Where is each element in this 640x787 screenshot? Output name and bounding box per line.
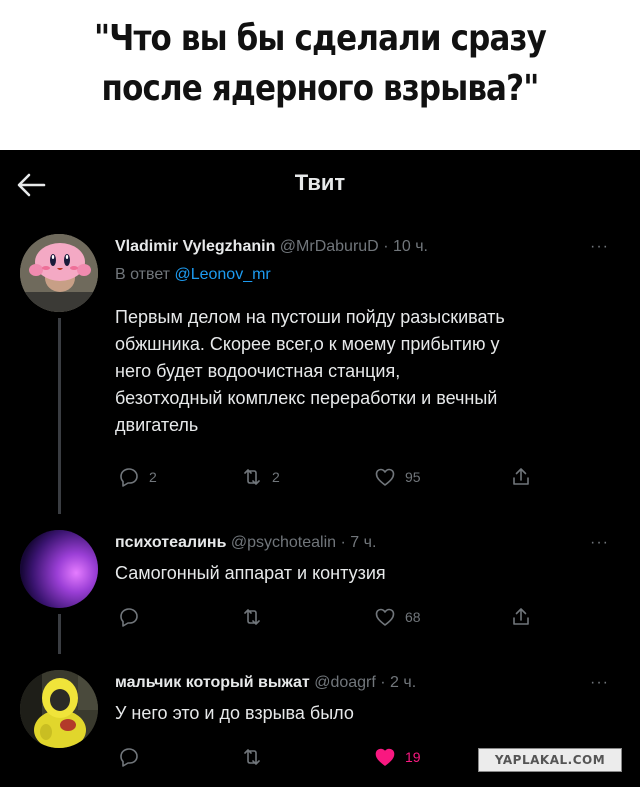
retweet-button[interactable] [240,604,272,630]
author-name[interactable]: мальчик который выжат [115,674,310,691]
author-handle[interactable]: @doagrf [314,674,376,691]
like-button[interactable]: 68 [373,604,421,630]
top-bar: Твит [0,150,640,220]
reply-button[interactable]: 2 [117,464,157,490]
like-button[interactable]: 19 [373,744,421,770]
reply-icon [120,468,138,487]
tweet-header: Vladimir Vylegzhanin @MrDaburuD · 10 ч. [115,238,428,256]
thread-line [58,318,61,514]
tweet-time: · 7 ч. [340,534,377,551]
tweet-text-line: Самогонный аппарат и контузия [115,563,386,583]
more-options-icon[interactable]: ··· [590,674,609,692]
like-count: 19 [405,749,421,765]
like-button[interactable]: 95 [373,464,421,490]
more-options-icon[interactable]: ··· [590,238,609,256]
tweet-screen: Твит Vladimir Vylegzhanin @MrDaburuD · 1… [0,150,640,787]
meme-caption: "Что вы бы сделали сразу после ядерного … [45,14,595,114]
tweet-text-line: Первым делом на пустоши пойду разыскиват… [115,307,505,327]
tweet-2[interactable]: психотеалинь @psychotealin · 7 ч. ··· Са… [0,530,640,654]
share-icon [513,608,529,625]
purple-gradient-avatar-image [20,530,98,608]
retweet-icon [244,609,260,625]
heart-filled-icon [375,748,395,766]
avatar[interactable] [20,670,98,748]
tweet-text-line: двигатель [115,415,199,435]
reply-label: В ответ [115,266,171,283]
reply-count: 2 [149,469,157,485]
reply-context: В ответ @Leonov_mr [115,266,271,284]
tweet-text-line: У него это и до взрыва было [115,703,354,723]
tweet-text: Самогонный аппарат и контузия [115,560,615,587]
kirby-hat-avatar-image [20,234,98,312]
tweet-text-line: него будет водоочистная станция, [115,361,401,381]
reply-mention-link[interactable]: @Leonov_mr [174,266,270,283]
avatar[interactable] [20,530,98,608]
avatar[interactable] [20,234,98,312]
author-name[interactable]: психотеалинь [115,534,226,551]
share-button[interactable] [509,464,533,490]
thread-line [58,614,61,654]
retweet-icon [244,749,260,765]
share-icon [513,468,529,485]
author-handle[interactable]: @psychotealin [231,534,336,551]
tweet-time: · 2 ч. [380,674,417,691]
page-title: Твит [294,170,346,195]
tweet-text-line: обжшника. Скорее всег,о к моему прибытию… [115,334,500,354]
tweet-header: мальчик который выжат @doagrf · 2 ч. [115,674,416,692]
retweet-icon [244,469,260,485]
retweet-button[interactable] [240,744,272,770]
reply-button[interactable] [117,744,149,770]
retweet-button[interactable]: 2 [240,464,280,490]
meme-caption-line-1: "Что вы бы сделали сразу [94,18,547,59]
author-handle[interactable]: @MrDaburuD [280,238,379,255]
tweet-text: У него это и до взрыва было [115,700,615,727]
more-options-icon[interactable]: ··· [590,534,609,552]
retweet-count: 2 [272,469,280,485]
tweet-header: психотеалинь @psychotealin · 7 ч. [115,534,376,552]
share-button[interactable] [509,604,533,630]
tweet-text-line: безотходный комплекс переработки и вечны… [115,388,498,408]
hazmat-suit-avatar-image [20,670,98,748]
reply-icon [120,608,138,627]
heart-outline-icon [375,608,395,626]
tweet-1[interactable]: Vladimir Vylegzhanin @MrDaburuD · 10 ч. … [0,234,640,514]
tweet-time: · 10 ч. [383,238,428,255]
tweet-actions: 2 2 95 [115,464,585,490]
like-count: 95 [405,469,421,485]
reply-button[interactable] [117,604,149,630]
like-count: 68 [405,609,421,625]
tweet-actions: 68 [115,604,585,630]
reply-icon [120,748,138,767]
meme-caption-line-2: после ядерного взрыва?" [101,68,540,109]
tweet-text: Первым делом на пустоши пойду разыскиват… [115,304,615,439]
author-name[interactable]: Vladimir Vylegzhanin [115,238,275,255]
heart-outline-icon [375,468,395,486]
watermark: YAPLAKAL.COM [478,748,622,772]
